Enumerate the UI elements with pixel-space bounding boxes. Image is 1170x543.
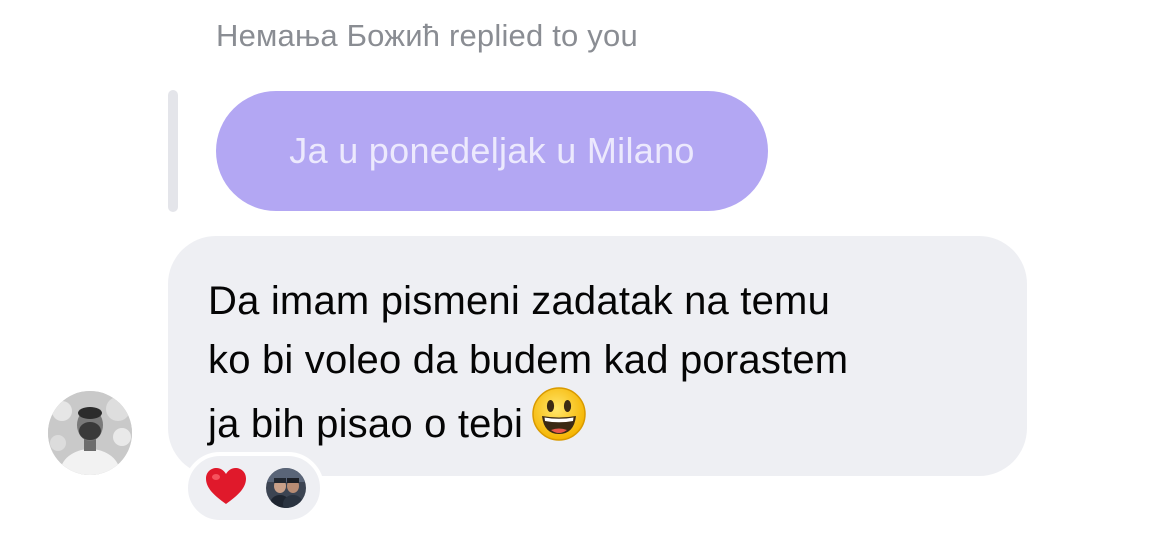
reactor-photo-icon [266,468,306,508]
reactions-pill[interactable] [184,452,324,524]
reply-indicator-bar [168,90,178,212]
avatar-photo-icon [48,391,132,475]
message-line-3-text: ja bih pisao o tebi [208,402,524,447]
reactor-avatar[interactable] [266,468,306,508]
reply-header: Немања Божић replied to you [216,18,638,53]
smiling-face-icon [531,386,587,459]
avatar[interactable] [48,391,132,475]
quoted-message-text: Ja u ponedeljak u Milano [289,130,695,171]
message-bubble[interactable]: Da imam pismeni zadatak na temu ko bi vo… [168,236,1027,476]
red-heart-icon [204,466,248,511]
message-line-3: ja bih pisao o tebi [208,387,987,463]
message-line-1: Da imam pismeni zadatak na temu [208,279,831,323]
message-line-2: ko bi voleo da budem kad porastem [208,338,849,382]
quoted-message-bubble[interactable]: Ja u ponedeljak u Milano [216,91,768,211]
